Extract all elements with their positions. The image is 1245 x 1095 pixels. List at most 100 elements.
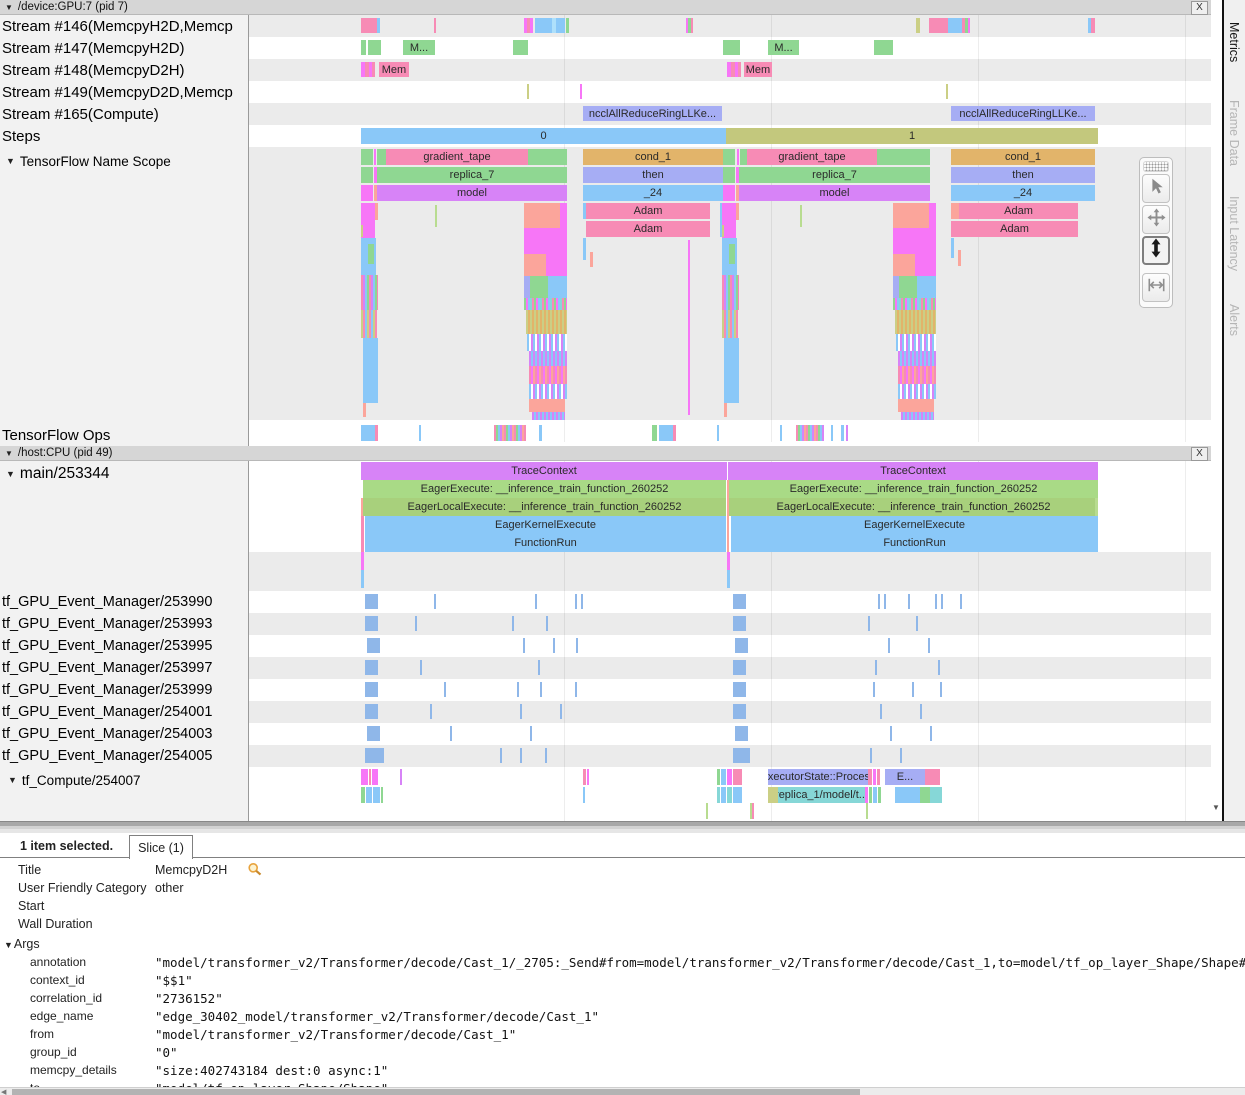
- trace-slice[interactable]: [722, 310, 738, 338]
- trace-slice[interactable]: [724, 403, 727, 417]
- tab-slice[interactable]: Slice (1): [129, 835, 193, 859]
- trace-slice[interactable]: [722, 203, 736, 238]
- trace-slice[interactable]: [365, 704, 378, 719]
- trace-slice[interactable]: [368, 244, 374, 264]
- trace-slice[interactable]: [868, 616, 870, 631]
- trace-slice[interactable]: [546, 254, 567, 276]
- vertical-scroll-gutter[interactable]: [1211, 0, 1222, 821]
- collapse-triangle-icon[interactable]: ▼: [8, 775, 17, 785]
- trace-slice[interactable]: [898, 399, 934, 412]
- trace-slice[interactable]: [361, 425, 375, 441]
- trace-slice[interactable]: [434, 18, 436, 33]
- trace-slice[interactable]: [878, 594, 880, 609]
- trace-slice[interactable]: ncclAllReduceRingLLKe...: [951, 106, 1095, 121]
- trace-slice[interactable]: [430, 704, 432, 719]
- track-group-label[interactable]: ▼main/253344: [0, 463, 252, 485]
- trace-slice[interactable]: [587, 769, 589, 785]
- trace-slice[interactable]: [929, 18, 948, 33]
- trace-slice[interactable]: [524, 203, 560, 228]
- trace-slice[interactable]: [893, 298, 936, 310]
- trace-slice[interactable]: [873, 769, 876, 785]
- trace-slice[interactable]: [733, 769, 742, 785]
- tab-frame-data[interactable]: Frame Data: [1227, 100, 1241, 166]
- trace-slice[interactable]: [367, 638, 380, 653]
- trace-slice[interactable]: [723, 185, 735, 201]
- trace-slice[interactable]: _24: [583, 185, 723, 201]
- trace-slice[interactable]: [575, 682, 577, 697]
- trace-slice[interactable]: [915, 254, 936, 276]
- trace-slice[interactable]: [940, 682, 942, 697]
- trace-slice[interactable]: [434, 594, 436, 609]
- trace-slice[interactable]: [691, 18, 693, 33]
- trace-slice[interactable]: [948, 18, 962, 33]
- trace-slice[interactable]: [908, 594, 910, 609]
- trace-slice[interactable]: [901, 412, 934, 420]
- trace-slice[interactable]: [735, 726, 748, 741]
- trace-slice[interactable]: [513, 40, 528, 55]
- trace-slice[interactable]: [960, 594, 962, 609]
- trace-slice[interactable]: [733, 660, 746, 675]
- trace-slice[interactable]: [524, 254, 546, 276]
- search-icon[interactable]: [247, 862, 263, 876]
- trace-slice[interactable]: E...: [885, 769, 925, 785]
- trace-slice[interactable]: [890, 726, 892, 741]
- trace-slice[interactable]: [733, 704, 746, 719]
- trace-slice[interactable]: [512, 616, 514, 631]
- trace-slice[interactable]: [899, 276, 917, 298]
- trace-slice[interactable]: [366, 787, 372, 803]
- trace-slice[interactable]: replica_1/model/t...: [778, 787, 865, 803]
- timing-tool-button[interactable]: [1142, 273, 1170, 302]
- trace-slice[interactable]: [733, 616, 746, 631]
- trace-slice[interactable]: EagerKernelExecute: [731, 516, 1098, 533]
- trace-slice[interactable]: [733, 748, 750, 763]
- trace-slice[interactable]: [576, 638, 578, 653]
- trace-slice[interactable]: [873, 787, 877, 803]
- tab-metrics[interactable]: Metrics: [1227, 22, 1241, 62]
- trace-slice[interactable]: [874, 40, 893, 55]
- trace-slice[interactable]: [898, 366, 936, 384]
- trace-slice[interactable]: [895, 310, 936, 334]
- trace-slice[interactable]: [529, 351, 567, 366]
- trace-slice[interactable]: [583, 238, 586, 260]
- trace-slice[interactable]: [893, 254, 915, 276]
- trace-slice[interactable]: M...: [403, 40, 435, 55]
- trace-slice[interactable]: [875, 660, 877, 675]
- trace-slice[interactable]: [361, 149, 373, 165]
- trace-slice[interactable]: [365, 660, 378, 675]
- trace-slice[interactable]: [372, 62, 375, 77]
- trace-slice[interactable]: [419, 425, 421, 441]
- zoom-tool-button[interactable]: [1142, 236, 1170, 265]
- trace-slice[interactable]: [530, 18, 533, 33]
- trace-slice[interactable]: [361, 275, 378, 310]
- trace-slice[interactable]: [898, 351, 936, 366]
- trace-slice[interactable]: [736, 203, 739, 220]
- trace-slice[interactable]: [539, 425, 542, 441]
- trace-slice[interactable]: gradient_tape: [747, 149, 877, 165]
- trace-slice[interactable]: Adam: [586, 221, 710, 237]
- trace-slice[interactable]: [532, 412, 565, 420]
- trace-slice[interactable]: [377, 18, 380, 33]
- trace-slice[interactable]: [1091, 18, 1095, 33]
- trace-slice[interactable]: [912, 682, 914, 697]
- trace-slice[interactable]: [1095, 498, 1098, 516]
- trace-slice[interactable]: [548, 276, 567, 298]
- trace-slice[interactable]: [560, 704, 562, 719]
- trace-slice[interactable]: [528, 149, 567, 165]
- trace-slice[interactable]: [517, 682, 519, 697]
- trace-slice[interactable]: [529, 384, 567, 399]
- trace-slice[interactable]: [520, 704, 522, 719]
- trace-slice[interactable]: ncclAllReduceRingLLKe...: [583, 106, 722, 121]
- trace-slice[interactable]: [935, 594, 937, 609]
- trace-slice[interactable]: [529, 366, 567, 384]
- trace-slice[interactable]: [400, 769, 402, 785]
- trace-slice[interactable]: [930, 787, 942, 803]
- trace-slice[interactable]: [375, 425, 378, 441]
- trace-slice[interactable]: FunctionRun: [731, 533, 1098, 552]
- trace-slice[interactable]: [878, 787, 881, 803]
- trace-slice[interactable]: [361, 310, 377, 338]
- trace-slice[interactable]: [727, 570, 730, 588]
- trace-slice[interactable]: [717, 425, 719, 441]
- trace-slice[interactable]: [727, 552, 730, 570]
- trace-slice[interactable]: [841, 425, 844, 441]
- trace-slice[interactable]: 1: [726, 128, 1098, 144]
